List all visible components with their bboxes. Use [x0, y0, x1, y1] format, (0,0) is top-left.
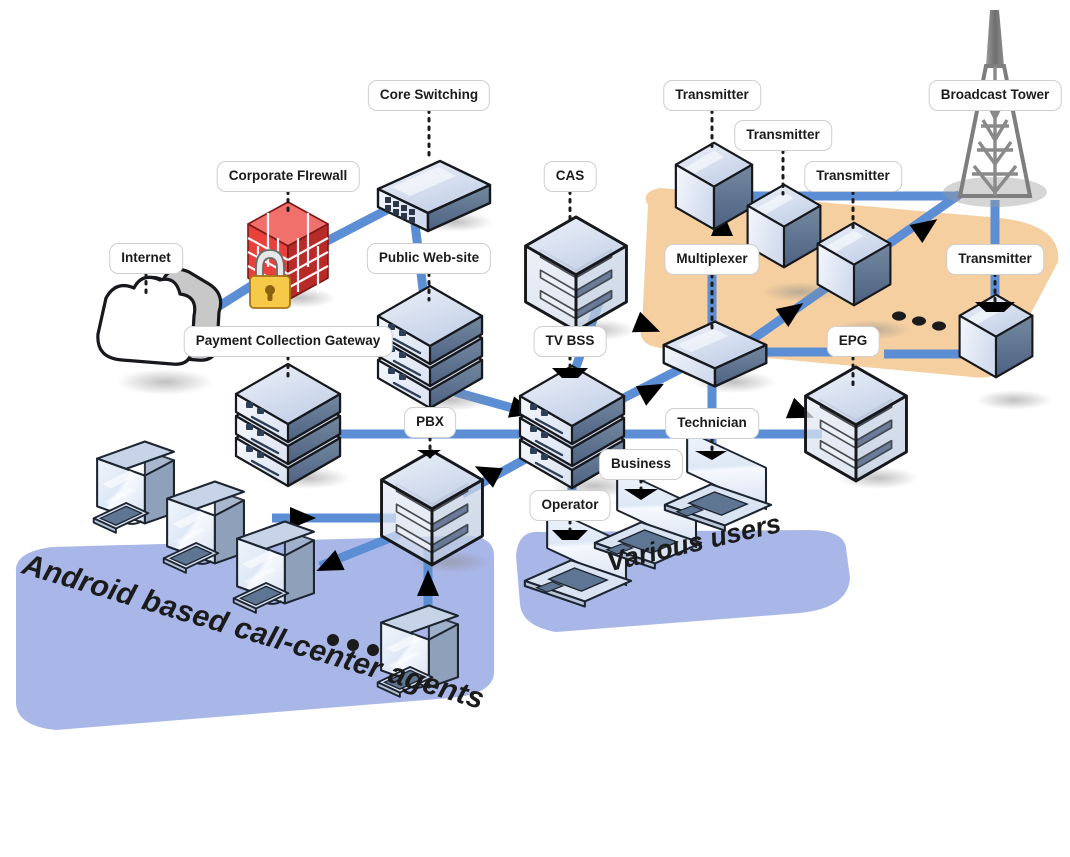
label-internet[interactable]: Internet [109, 243, 183, 274]
payment-gateway-server[interactable] [234, 362, 350, 489]
label-transmitter-4[interactable]: Transmitter [946, 244, 1044, 275]
label-technician[interactable]: Technician [665, 408, 759, 439]
label-corporate-firewall[interactable]: Corporate FIrewall [216, 161, 360, 192]
label-transmitter-1[interactable]: Transmitter [663, 80, 761, 111]
public-web-server[interactable] [376, 284, 492, 411]
label-transmitter-2[interactable]: Transmitter [734, 120, 832, 151]
cas-rack[interactable] [524, 215, 636, 341]
label-payment-collection-gateway[interactable]: Payment Collection Gateway [183, 326, 393, 357]
agent-desktop-1[interactable] [92, 440, 175, 534]
label-public-web-site[interactable]: Public Web-site [366, 243, 492, 274]
label-core-switching[interactable]: Core Switching [367, 80, 491, 111]
label-cas[interactable]: CAS [543, 161, 597, 192]
label-tv-bss[interactable]: TV BSS [533, 326, 607, 357]
label-broadcast-tower[interactable]: Broadcast Tower [928, 80, 1062, 111]
epg-rack[interactable] [804, 365, 918, 489]
label-multiplexer[interactable]: Multiplexer [664, 244, 760, 275]
network-diagram: Core Switching Corporate FIrewall Intern… [0, 0, 1070, 772]
label-operator[interactable]: Operator [529, 490, 611, 521]
label-epg[interactable]: EPG [826, 326, 880, 357]
transmitter-cube-4[interactable] [958, 293, 1052, 410]
label-business[interactable]: Business [598, 449, 684, 480]
label-pbx[interactable]: PBX [404, 407, 456, 438]
label-transmitter-3[interactable]: Transmitter [804, 161, 902, 192]
